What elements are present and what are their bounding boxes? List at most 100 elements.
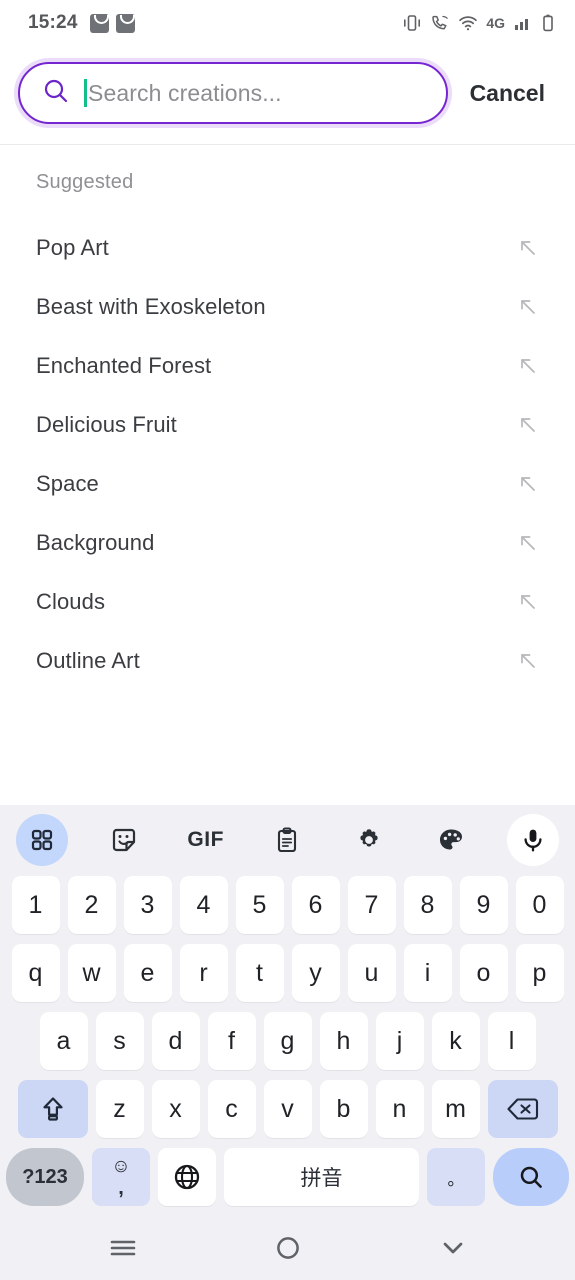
suggestion-item-background[interactable]: Background <box>0 513 575 572</box>
key-s[interactable]: s <box>95 1012 144 1070</box>
key-o[interactable]: o <box>459 944 508 1002</box>
clipboard-icon[interactable] <box>261 814 313 866</box>
suggestion-item-delicious-fruit[interactable]: Delicious Fruit <box>0 395 575 454</box>
keyboard-row-asdf: a s d f g h j k l <box>0 1007 575 1075</box>
suggestion-item-beast-with-exoskeleton[interactable]: Beast with Exoskeleton <box>0 277 575 336</box>
suggestions-heading: Suggested <box>36 171 134 193</box>
arrow-up-left-icon[interactable] <box>517 414 539 436</box>
key-7[interactable]: 7 <box>347 876 396 934</box>
key-z[interactable]: z <box>95 1080 144 1138</box>
suggestion-label: Clouds <box>36 588 106 614</box>
suggestion-label: Background <box>36 529 155 555</box>
globe-icon[interactable] <box>158 1148 216 1206</box>
key-f[interactable]: f <box>207 1012 256 1070</box>
arrow-up-left-icon[interactable] <box>517 355 539 377</box>
key-6[interactable]: 6 <box>291 876 340 934</box>
keyboard-toolbar: GIF <box>0 809 575 871</box>
key-w[interactable]: w <box>67 944 116 1002</box>
key-m[interactable]: m <box>431 1080 480 1138</box>
arrow-up-left-icon[interactable] <box>517 532 539 554</box>
key-4[interactable]: 4 <box>179 876 228 934</box>
key-h[interactable]: h <box>319 1012 368 1070</box>
key-3[interactable]: 3 <box>123 876 172 934</box>
sticker-icon[interactable] <box>98 814 150 866</box>
search-icon <box>42 77 70 110</box>
key-t[interactable]: t <box>235 944 284 1002</box>
home-circle-icon[interactable] <box>258 1226 318 1270</box>
key-c[interactable]: c <box>207 1080 256 1138</box>
emoji-icon: ☺ <box>111 1155 131 1177</box>
arrow-up-left-icon[interactable] <box>517 591 539 613</box>
battery-icon <box>541 13 555 33</box>
key-b[interactable]: b <box>319 1080 368 1138</box>
key-2[interactable]: 2 <box>67 876 116 934</box>
key-p[interactable]: p <box>515 944 564 1002</box>
gear-icon[interactable] <box>343 814 395 866</box>
suggestion-item-enchanted-forest[interactable]: Enchanted Forest <box>0 336 575 395</box>
arrow-up-left-icon[interactable] <box>517 237 539 259</box>
search-enter-key[interactable] <box>493 1148 569 1206</box>
key-r[interactable]: r <box>179 944 228 1002</box>
search-input[interactable]: Search creations... <box>84 64 424 122</box>
period-key[interactable]: 。 <box>427 1148 485 1206</box>
vibrate-icon <box>402 14 422 32</box>
key-8[interactable]: 8 <box>403 876 452 934</box>
on-screen-keyboard: GIF 1 2 3 4 5 6 7 8 9 0 q w e r t y u i … <box>0 805 575 1216</box>
key-v[interactable]: v <box>263 1080 312 1138</box>
key-j[interactable]: j <box>375 1012 424 1070</box>
menu-icon[interactable] <box>93 1226 153 1270</box>
key-n[interactable]: n <box>375 1080 424 1138</box>
backspace-icon[interactable] <box>487 1080 558 1138</box>
key-l[interactable]: l <box>487 1012 536 1070</box>
search-placeholder: Search creations... <box>88 79 282 106</box>
key-0[interactable]: 0 <box>515 876 564 934</box>
symbols-key[interactable]: ?123 <box>6 1148 84 1206</box>
suggestion-label: Outline Art <box>36 647 140 673</box>
status-bar: 15:24 4G <box>0 0 575 46</box>
palette-icon[interactable] <box>425 814 477 866</box>
keyboard-row-bottom: ?123 ☺ , 拼音 。 <box>0 1143 575 1214</box>
chevron-down-icon[interactable] <box>423 1226 483 1270</box>
key-1[interactable]: 1 <box>11 876 60 934</box>
status-bar-system-icons: 4G <box>402 13 555 33</box>
keyboard-row-numbers: 1 2 3 4 5 6 7 8 9 0 <box>0 871 575 939</box>
key-y[interactable]: y <box>291 944 340 1002</box>
key-e[interactable]: e <box>123 944 172 1002</box>
network-type-label: 4G <box>486 15 505 31</box>
gif-icon[interactable]: GIF <box>180 814 232 866</box>
key-x[interactable]: x <box>151 1080 200 1138</box>
grid-icon[interactable] <box>16 814 68 866</box>
suggestions-panel: Suggested Pop Art Beast with Exoskeleton… <box>0 145 575 805</box>
arrow-up-left-icon[interactable] <box>517 473 539 495</box>
key-5[interactable]: 5 <box>235 876 284 934</box>
suggestion-label: Space <box>36 470 99 496</box>
suggestion-item-outline-art[interactable]: Outline Art <box>0 631 575 690</box>
app-bag-icon <box>89 13 109 33</box>
key-a[interactable]: a <box>39 1012 88 1070</box>
key-u[interactable]: u <box>347 944 396 1002</box>
suggestion-label: Enchanted Forest <box>36 352 212 378</box>
text-caret <box>84 79 87 107</box>
keyboard-row-qwerty: q w e r t y u i o p <box>0 939 575 1007</box>
key-k[interactable]: k <box>431 1012 480 1070</box>
search-input-container[interactable]: Search creations... <box>18 62 448 124</box>
signal-bars-icon <box>513 14 533 32</box>
microphone-icon[interactable] <box>506 814 559 866</box>
suggestion-item-space[interactable]: Space <box>0 454 575 513</box>
arrow-up-left-icon[interactable] <box>517 296 539 318</box>
app-bag-icon <box>115 13 135 33</box>
cancel-button[interactable]: Cancel <box>454 80 557 107</box>
wifi-calling-icon <box>430 14 450 32</box>
space-key[interactable]: 拼音 <box>224 1148 419 1206</box>
key-9[interactable]: 9 <box>459 876 508 934</box>
key-i[interactable]: i <box>403 944 452 1002</box>
arrow-up-left-icon[interactable] <box>517 650 539 672</box>
suggestion-item-clouds[interactable]: Clouds <box>0 572 575 631</box>
suggestion-item-pop-art[interactable]: Pop Art <box>0 218 575 277</box>
emoji-comma-key[interactable]: ☺ , <box>92 1148 150 1206</box>
shift-icon[interactable] <box>17 1080 88 1138</box>
key-d[interactable]: d <box>151 1012 200 1070</box>
key-g[interactable]: g <box>263 1012 312 1070</box>
key-q[interactable]: q <box>11 944 60 1002</box>
suggestion-label: Beast with Exoskeleton <box>36 293 266 319</box>
